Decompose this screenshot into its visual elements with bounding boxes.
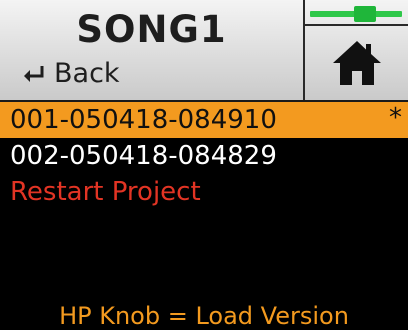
header-bar: SONG1 Back bbox=[0, 0, 408, 102]
version-list: 001-050418-084910 * 002-050418-084829 Re… bbox=[0, 102, 408, 210]
version-label: 002-050418-084829 bbox=[10, 141, 277, 171]
header-divider-vertical bbox=[303, 0, 305, 102]
current-version-marker: * bbox=[389, 103, 402, 133]
restart-project-item[interactable]: Restart Project bbox=[0, 174, 408, 210]
header-divider-horizontal bbox=[303, 24, 408, 26]
back-label: Back bbox=[54, 58, 120, 89]
page-title: SONG1 bbox=[76, 8, 227, 51]
version-item-001[interactable]: 001-050418-084910 * bbox=[0, 102, 408, 138]
restart-project-label: Restart Project bbox=[10, 177, 201, 207]
home-icon bbox=[332, 41, 381, 85]
home-button[interactable] bbox=[305, 26, 408, 100]
level-meter-knob bbox=[354, 6, 377, 22]
level-meter-icon bbox=[306, 6, 406, 22]
return-arrow-icon bbox=[24, 65, 44, 82]
version-label: 001-050418-084910 bbox=[10, 105, 277, 135]
back-button[interactable]: Back bbox=[20, 58, 120, 89]
version-item-002[interactable]: 002-050418-084829 bbox=[0, 138, 408, 174]
